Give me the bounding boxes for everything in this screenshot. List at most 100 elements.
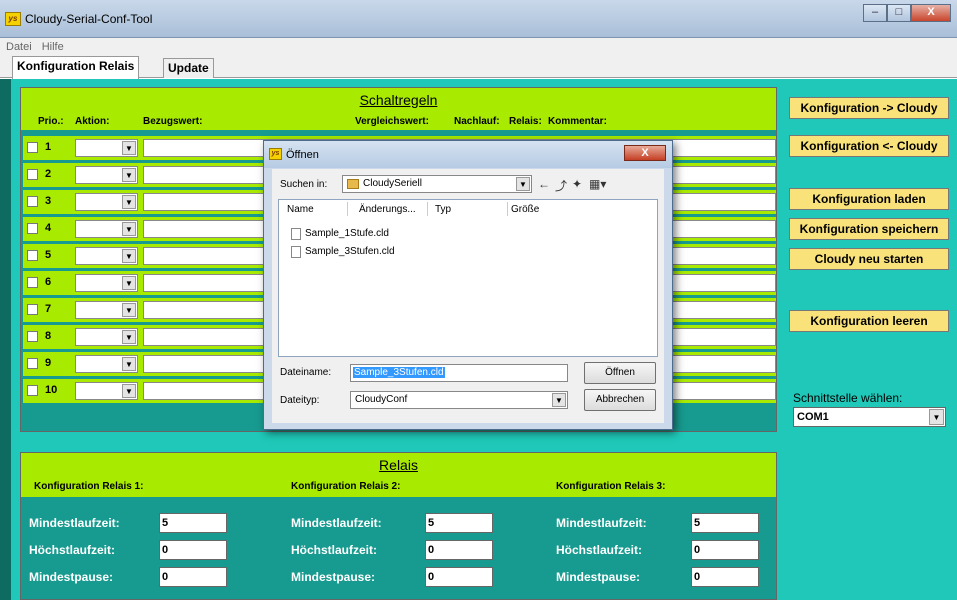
close-window-button[interactable]: X bbox=[911, 4, 951, 22]
rule-action-select[interactable]: ▼ bbox=[75, 166, 138, 184]
rule-priority: 4 bbox=[45, 222, 52, 234]
rule-action-select[interactable]: ▼ bbox=[75, 220, 138, 238]
rule-checkbox[interactable] bbox=[27, 385, 38, 396]
port-select[interactable]: COM1 ▼ bbox=[793, 407, 946, 427]
lookin-label: Suchen in: bbox=[280, 179, 328, 190]
file-list: Name Änderungs... Typ Größe Sample_1Stuf… bbox=[278, 199, 658, 357]
rule-checkbox[interactable] bbox=[27, 196, 38, 207]
relais-header: Relais Konfiguration Relais 1: Konfigura… bbox=[21, 453, 776, 497]
rule-checkbox[interactable] bbox=[27, 358, 38, 369]
rule-priority: 7 bbox=[45, 303, 52, 315]
list-header-name[interactable]: Name bbox=[287, 204, 314, 215]
clear-config-button[interactable]: Konfiguration leeren bbox=[789, 310, 949, 332]
schaltregeln-header: Schaltregeln Prio.: Aktion: Bezugswert: … bbox=[21, 88, 776, 130]
relais-field-input[interactable]: 0 bbox=[159, 567, 227, 587]
rule-priority: 2 bbox=[45, 168, 52, 180]
save-config-button[interactable]: Konfiguration speichern bbox=[789, 218, 949, 240]
minimize-button[interactable]: – bbox=[863, 4, 887, 22]
header-separator bbox=[427, 202, 428, 216]
rule-action-select[interactable]: ▼ bbox=[75, 139, 138, 157]
filename-input[interactable]: Sample_3Stufen.cld bbox=[350, 364, 568, 382]
tab-update[interactable]: Update bbox=[163, 58, 214, 78]
relais-field-input[interactable]: 0 bbox=[691, 540, 759, 560]
relais-field-label: Höchstlaufzeit: bbox=[291, 543, 378, 557]
list-header-type[interactable]: Typ bbox=[435, 204, 451, 215]
chevron-down-icon[interactable]: ▼ bbox=[122, 168, 136, 182]
rule-checkbox[interactable] bbox=[27, 223, 38, 234]
list-header-modified[interactable]: Änderungs... bbox=[359, 204, 416, 215]
window-title: Cloudy-Serial-Conf-Tool bbox=[25, 12, 153, 26]
chevron-down-icon[interactable]: ▼ bbox=[122, 249, 136, 263]
open-file-dialog: ys Öffnen X Suchen in: CloudySeriell ▼ ←… bbox=[263, 140, 673, 430]
new-folder-icon[interactable]: ✦ bbox=[572, 177, 582, 191]
rule-priority: 9 bbox=[45, 357, 52, 369]
rule-action-select[interactable]: ▼ bbox=[75, 247, 138, 265]
chevron-down-icon[interactable]: ▼ bbox=[122, 222, 136, 236]
app-logo-icon: ys bbox=[269, 148, 282, 160]
back-icon[interactable]: ← bbox=[538, 177, 550, 191]
relais-field-input[interactable]: 0 bbox=[425, 567, 493, 587]
tab-konfiguration-relais[interactable]: Konfiguration Relais bbox=[12, 56, 140, 79]
rule-checkbox[interactable] bbox=[27, 304, 38, 315]
config-to-cloudy-button[interactable]: Konfiguration -> Cloudy bbox=[789, 97, 949, 119]
load-config-button[interactable]: Konfiguration laden bbox=[789, 188, 949, 210]
app-logo-icon: ys bbox=[5, 12, 21, 26]
rule-action-select[interactable]: ▼ bbox=[75, 301, 138, 319]
menu-datei[interactable]: Datei bbox=[6, 41, 32, 53]
chevron-down-icon[interactable]: ▼ bbox=[122, 276, 136, 290]
filetype-select[interactable]: CloudyConf ▼ bbox=[350, 391, 568, 409]
view-menu-icon[interactable]: ▦▾ bbox=[589, 177, 606, 191]
chevron-down-icon[interactable]: ▼ bbox=[122, 357, 136, 371]
file-item[interactable]: Sample_3Stufen.cld bbox=[291, 246, 395, 258]
menu-bar: Datei Hilfe bbox=[0, 38, 957, 56]
relais-field-input[interactable]: 0 bbox=[425, 540, 493, 560]
file-icon bbox=[291, 228, 301, 240]
relais-field-label: Mindestlaufzeit: bbox=[291, 516, 382, 530]
rule-checkbox[interactable] bbox=[27, 277, 38, 288]
rule-checkbox[interactable] bbox=[27, 331, 38, 342]
relais-field-input[interactable]: 5 bbox=[425, 513, 493, 533]
chevron-down-icon[interactable]: ▼ bbox=[122, 330, 136, 344]
menu-hilfe[interactable]: Hilfe bbox=[42, 41, 64, 53]
col-vergleichswert: Vergleichswert: bbox=[355, 116, 429, 127]
cancel-button[interactable]: Abbrechen bbox=[584, 389, 656, 411]
chevron-down-icon[interactable]: ▼ bbox=[929, 409, 944, 425]
rule-action-select[interactable]: ▼ bbox=[75, 328, 138, 346]
rule-action-select[interactable]: ▼ bbox=[75, 382, 138, 400]
maximize-button[interactable]: □ bbox=[887, 4, 911, 22]
relais-2-header: Konfiguration Relais 2: bbox=[291, 481, 401, 492]
title-bar: ys Cloudy-Serial-Conf-Tool – □ X bbox=[0, 0, 957, 38]
open-button[interactable]: Öffnen bbox=[584, 362, 656, 384]
relais-field-label: Mindestpause: bbox=[29, 570, 114, 584]
filename-label: Dateiname: bbox=[280, 367, 332, 378]
col-relais: Relais: bbox=[509, 116, 542, 127]
relais-field-input[interactable]: 5 bbox=[159, 513, 227, 533]
chevron-down-icon[interactable]: ▼ bbox=[516, 177, 530, 191]
chevron-down-icon[interactable]: ▼ bbox=[122, 303, 136, 317]
config-from-cloudy-button[interactable]: Konfiguration <- Cloudy bbox=[789, 135, 949, 157]
file-name: Sample_3Stufen.cld bbox=[305, 246, 395, 257]
restart-cloudy-button[interactable]: Cloudy neu starten bbox=[789, 248, 949, 270]
chevron-down-icon[interactable]: ▼ bbox=[122, 195, 136, 209]
file-item[interactable]: Sample_1Stufe.cld bbox=[291, 228, 389, 240]
rule-action-select[interactable]: ▼ bbox=[75, 193, 138, 211]
up-folder-icon[interactable]: ⤴ bbox=[555, 177, 567, 194]
rule-priority: 6 bbox=[45, 276, 52, 288]
dialog-close-button[interactable]: X bbox=[624, 145, 666, 161]
rule-action-select[interactable]: ▼ bbox=[75, 355, 138, 373]
chevron-down-icon[interactable]: ▼ bbox=[552, 393, 566, 407]
relais-field-input[interactable]: 0 bbox=[159, 540, 227, 560]
file-name: Sample_1Stufe.cld bbox=[305, 228, 389, 239]
rule-checkbox[interactable] bbox=[27, 142, 38, 153]
lookin-select[interactable]: CloudySeriell ▼ bbox=[342, 175, 532, 193]
relais-field-input[interactable]: 0 bbox=[691, 567, 759, 587]
relais-field-input[interactable]: 5 bbox=[691, 513, 759, 533]
chevron-down-icon[interactable]: ▼ bbox=[122, 141, 136, 155]
rule-checkbox[interactable] bbox=[27, 169, 38, 180]
rule-checkbox[interactable] bbox=[27, 250, 38, 261]
rule-action-select[interactable]: ▼ bbox=[75, 274, 138, 292]
list-header-size[interactable]: Größe bbox=[511, 204, 539, 215]
rule-priority: 5 bbox=[45, 249, 52, 261]
chevron-down-icon[interactable]: ▼ bbox=[122, 384, 136, 398]
header-separator bbox=[507, 202, 508, 216]
